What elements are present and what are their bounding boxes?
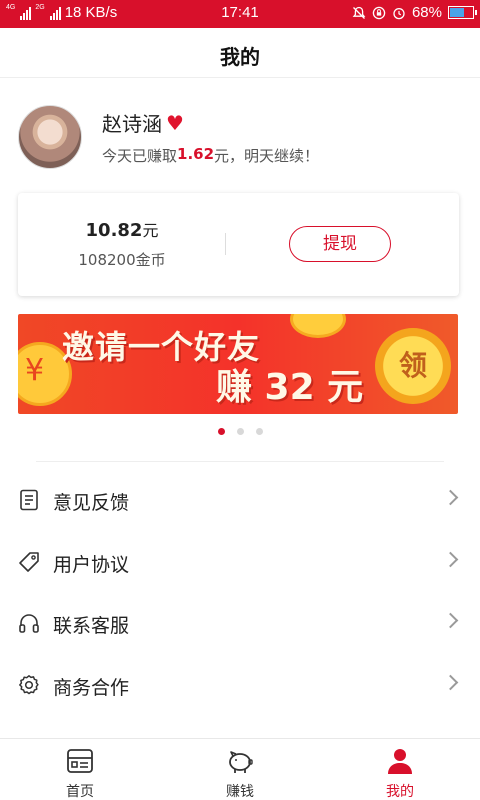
balance-block: 10.82元 108200金币 [18, 217, 226, 270]
wallet-card: 10.82元 108200金币 提现 [18, 193, 459, 296]
earned-today: 今天已赚取 1.62 元，明天继续！ [102, 145, 319, 166]
page-title: 我的 [220, 45, 260, 69]
coin-count: 108200金币 [78, 251, 166, 269]
menu-item-label: 意见反馈 [53, 492, 130, 514]
gear-icon [19, 674, 39, 694]
mute-bell-icon [352, 6, 366, 19]
wallet-divider [225, 233, 226, 255]
status-bar: 4G 2G 18 KB/s 17:41 68% [0, 0, 480, 28]
settings-menu: 意见反馈 用户协议 联系客服 商务合作 [0, 470, 480, 716]
profile-section: 赵诗涵 ♥ 今天已赚取 1.62 元，明天继续！ [18, 104, 319, 170]
headphones-icon [19, 614, 39, 633]
tag-icon [19, 551, 39, 572]
user-name: 赵诗涵 [102, 112, 162, 136]
battery-level [450, 8, 464, 17]
menu-item-label: 商务合作 [53, 676, 130, 699]
menu-item-label: 用户协议 [53, 553, 130, 576]
banner-pagination [0, 428, 480, 435]
claim-badge[interactable]: 领 [375, 328, 451, 404]
tab-home[interactable]: 首页 [0, 739, 160, 800]
earned-amount: 1.62 [177, 145, 215, 163]
chevron-right-icon [442, 551, 459, 567]
name-row: 赵诗涵 ♥ [102, 108, 319, 137]
earned-suffix: 元，明天继续！ [214, 147, 320, 165]
chevron-right-icon [442, 674, 459, 690]
balance-amount: 10.82元 [18, 217, 226, 241]
home-icon [67, 749, 93, 773]
balance-value: 10.82 [85, 220, 143, 241]
header: 我的 [0, 28, 480, 78]
section-divider [36, 461, 444, 462]
battery-percent: 68% [411, 4, 442, 21]
pagination-dot[interactable] [217, 428, 225, 435]
coin-icon-top [290, 314, 346, 338]
menu-item-customer-service[interactable]: 联系客服 [0, 593, 480, 655]
bottom-tab-bar: 首页 赚钱 我的 [0, 738, 480, 800]
pagination-dot[interactable] [255, 428, 263, 435]
user-icon [388, 749, 412, 774]
battery-icon [448, 6, 477, 19]
menu-item-label: 联系客服 [53, 615, 130, 637]
banner-reward: 赚 32 元 [216, 367, 364, 408]
earned-prefix: 今天已赚取 [102, 147, 178, 165]
profile-info: 赵诗涵 ♥ 今天已赚取 1.62 元，明天继续！ [102, 108, 319, 166]
invite-banner[interactable]: 邀请一个好友 赚 32 元 领 [18, 314, 458, 414]
tab-label: 赚钱 [226, 784, 254, 800]
menu-item-user-agreement[interactable]: 用户协议 [0, 532, 480, 594]
pagination-dot[interactable] [236, 428, 244, 435]
tab-earn[interactable]: 赚钱 [160, 739, 320, 800]
heart-icon: ♥ [166, 110, 184, 135]
avatar[interactable] [18, 105, 82, 169]
alarm-icon [393, 7, 405, 19]
withdraw-button[interactable]: 提现 [289, 226, 391, 262]
document-icon [20, 489, 38, 511]
tab-label: 我的 [386, 784, 414, 800]
piggy-bank-icon [229, 751, 253, 773]
menu-item-feedback[interactable]: 意见反馈 [0, 470, 480, 532]
menu-item-business[interactable]: 商务合作 [0, 655, 480, 717]
chevron-right-icon [442, 489, 459, 506]
balance-unit: 元 [142, 221, 159, 240]
tab-mine[interactable]: 我的 [320, 739, 480, 800]
status-right: 68% [352, 4, 477, 21]
rotation-lock-icon [372, 6, 386, 19]
tab-label: 首页 [66, 784, 94, 800]
chevron-right-icon [442, 612, 459, 629]
